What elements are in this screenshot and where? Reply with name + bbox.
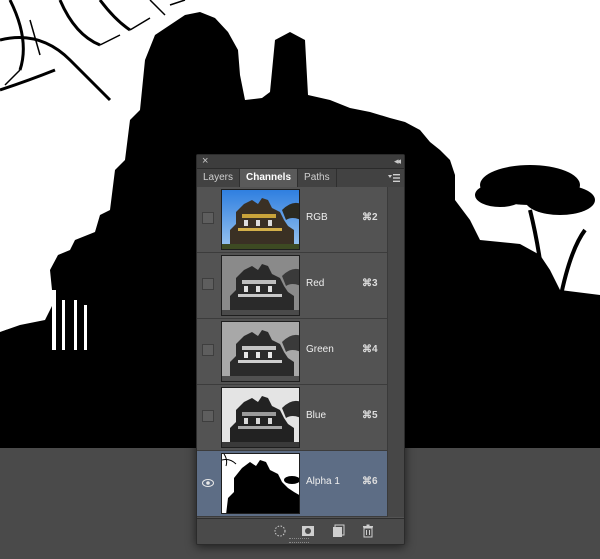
panel-title-bar[interactable]: × ◂◂ xyxy=(197,155,404,169)
channel-row-green[interactable]: Green ⌘4 xyxy=(197,319,387,385)
collapse-icon[interactable]: ◂◂ xyxy=(394,155,401,168)
resize-grip[interactable] xyxy=(289,538,309,543)
channels-panel: × ◂◂ Layers Channels Paths RGB ⌘2 Red ⌘3… xyxy=(196,154,405,545)
tab-channels[interactable]: Channels xyxy=(240,169,299,187)
channel-shortcut: ⌘5 xyxy=(362,410,378,421)
channel-thumbnail-green xyxy=(221,321,300,382)
visibility-toggle[interactable] xyxy=(202,278,214,290)
new-channel-icon[interactable] xyxy=(331,524,345,538)
visibility-toggle[interactable] xyxy=(202,410,214,422)
channel-shortcut: ⌘4 xyxy=(362,344,378,355)
channel-name: Alpha 1 xyxy=(306,476,340,487)
panel-menu-icon[interactable] xyxy=(388,173,400,183)
channel-thumbnail-rgb xyxy=(221,189,300,250)
channel-name: Red xyxy=(306,278,325,289)
channel-row-rgb[interactable]: RGB ⌘2 xyxy=(197,187,387,253)
visibility-toggle[interactable] xyxy=(202,476,214,488)
channel-shortcut: ⌘2 xyxy=(362,212,378,223)
channel-list-scrollbar[interactable] xyxy=(387,187,404,517)
channel-thumbnail-red xyxy=(221,255,300,316)
load-channel-as-selection-icon[interactable] xyxy=(273,524,287,538)
channel-row-red[interactable]: Red ⌘3 xyxy=(197,253,387,319)
delete-channel-icon[interactable] xyxy=(361,524,375,538)
channel-thumbnail-alpha-1 xyxy=(221,453,300,514)
channel-thumbnail-blue xyxy=(221,387,300,448)
panel-bottom-toolbar xyxy=(197,518,404,544)
channel-name: RGB xyxy=(306,212,328,223)
channel-shortcut: ⌘3 xyxy=(362,278,378,289)
panel-tab-bar: Layers Channels Paths xyxy=(197,169,404,188)
tab-layers[interactable]: Layers xyxy=(197,169,241,187)
channel-shortcut: ⌘6 xyxy=(362,476,378,487)
close-icon[interactable]: × xyxy=(202,155,208,168)
visibility-toggle[interactable] xyxy=(202,344,214,356)
eye-icon xyxy=(202,479,214,487)
channel-name: Blue xyxy=(306,410,327,421)
channel-row-blue[interactable]: Blue ⌘5 xyxy=(197,385,387,451)
channel-list: RGB ⌘2 Red ⌘3 Green ⌘4 Blue ⌘5 Alpha 1 ⌘… xyxy=(197,187,387,517)
visibility-toggle[interactable] xyxy=(202,212,214,224)
channel-name: Green xyxy=(306,344,334,355)
tab-paths[interactable]: Paths xyxy=(298,169,337,187)
save-selection-as-channel-icon[interactable] xyxy=(301,524,315,538)
channel-row-alpha-1[interactable]: Alpha 1 ⌘6 xyxy=(197,451,387,517)
